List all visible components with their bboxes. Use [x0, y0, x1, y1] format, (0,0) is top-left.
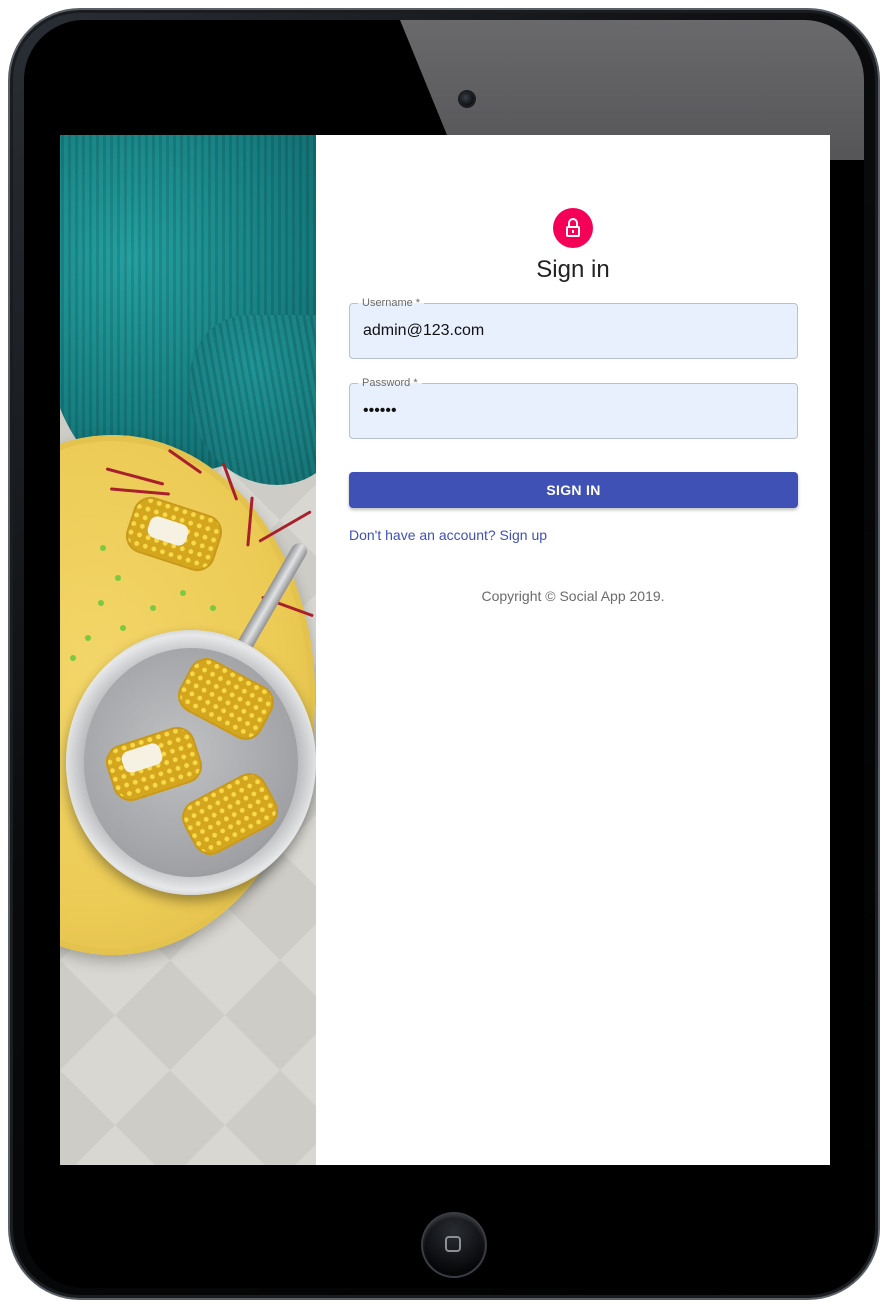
sign-up-link[interactable]: Don't have an account? Sign up	[349, 527, 547, 543]
username-field[interactable]: Username *	[349, 296, 798, 359]
herb-piece	[150, 605, 156, 611]
herb-piece	[100, 545, 106, 551]
username-input[interactable]	[363, 322, 783, 340]
lock-icon-keyhole	[572, 230, 574, 233]
signin-form-panel: Sign in Username * Password * SIGN IN Do…	[316, 135, 830, 1165]
herb-piece	[120, 625, 126, 631]
username-label: Username *	[358, 296, 425, 310]
password-label: Password *	[358, 376, 422, 390]
home-square-icon	[445, 1236, 461, 1252]
home-button[interactable]	[423, 1214, 485, 1276]
herb-piece	[180, 590, 186, 596]
screen: Sign in Username * Password * SIGN IN Do…	[60, 135, 830, 1165]
herb-piece	[115, 575, 121, 581]
herb-piece	[98, 600, 104, 606]
sign-in-button[interactable]: SIGN IN	[349, 472, 798, 508]
food-photo	[60, 135, 316, 1165]
password-field[interactable]: Password *	[349, 376, 798, 439]
copyright-text: Copyright © Social App 2019.	[481, 588, 665, 604]
password-input[interactable]	[363, 402, 783, 420]
page-title: Sign in	[536, 256, 610, 283]
front-camera	[460, 92, 474, 106]
herb-piece	[85, 635, 91, 641]
lock-avatar	[553, 208, 593, 248]
herb-piece	[210, 605, 216, 611]
herb-piece	[70, 655, 76, 661]
